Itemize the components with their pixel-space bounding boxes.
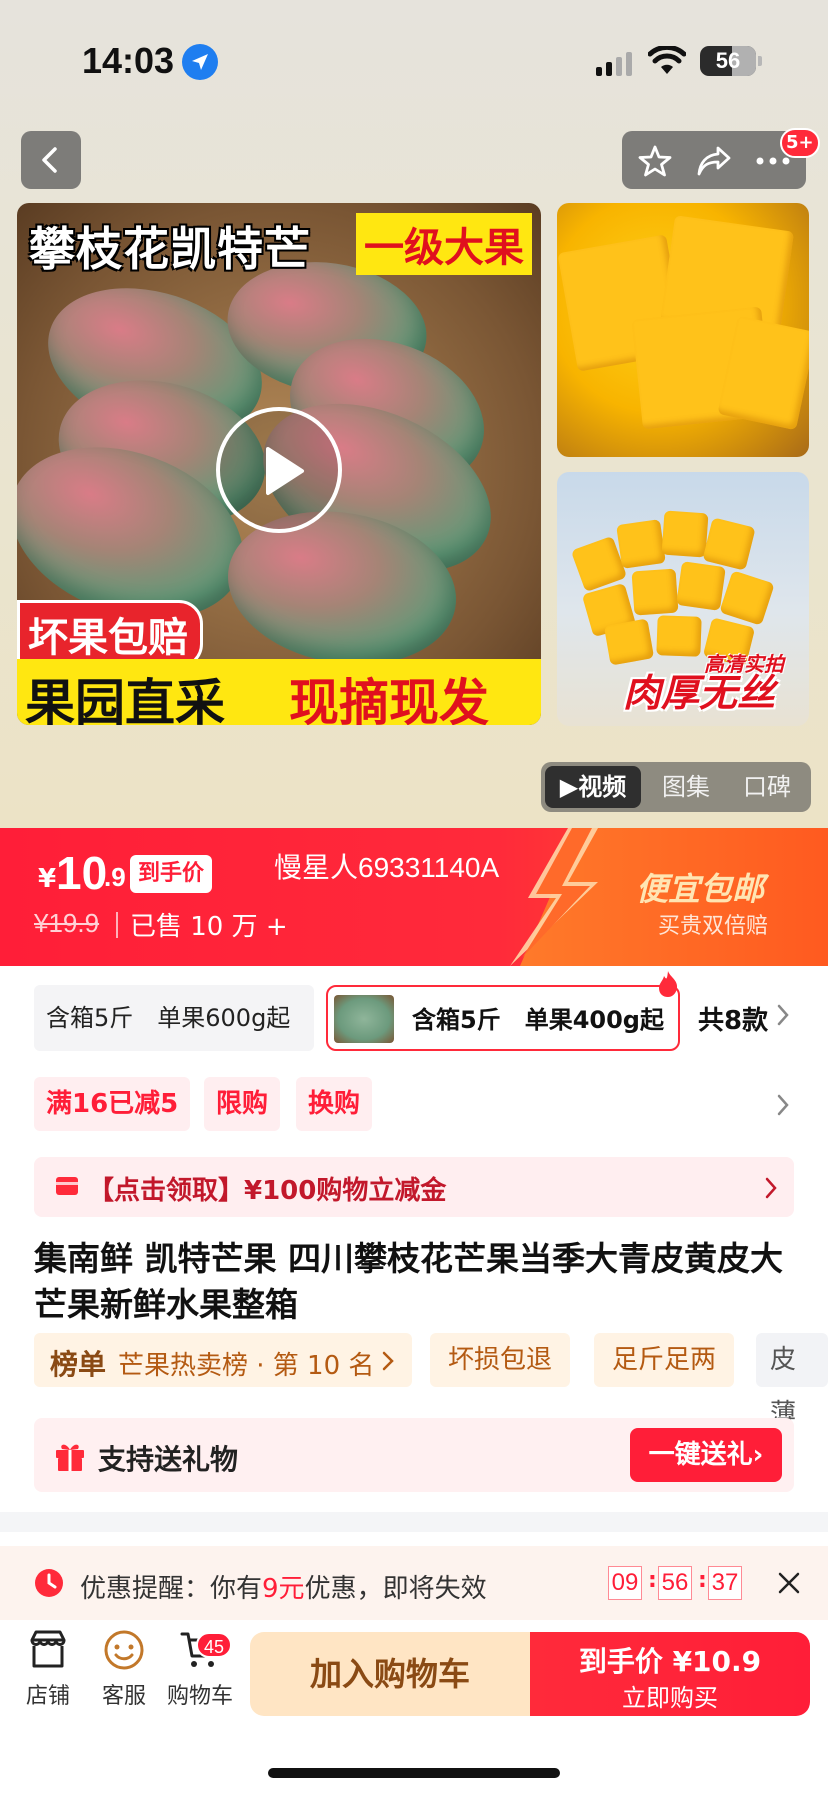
image-bottom-right: 现摘现发	[289, 674, 489, 725]
chevron-right-icon	[382, 1351, 394, 1371]
send-gift-label: 一键送礼	[648, 1440, 753, 1470]
service-icon	[104, 1630, 144, 1670]
price-banner: ¥ 10 .9 到手价 ¥19.9 已售 10 万 + 慢星人69331140A…	[0, 828, 828, 966]
section-divider	[0, 1512, 828, 1532]
image-grade: 一级大果	[356, 213, 532, 275]
discount-reminder: 优惠提醒：你有9元优惠，即将失效 09 : 56 : 37	[0, 1546, 828, 1620]
gift-icon	[56, 1444, 84, 1471]
rank-chip[interactable]: 榜单 芒果热卖榜 · 第 10 名	[34, 1333, 412, 1387]
tab-reviews[interactable]: 口碑	[727, 766, 807, 808]
add-to-cart-button[interactable]: 加入购物车	[250, 1632, 530, 1716]
countdown-minutes: 56	[658, 1566, 692, 1600]
close-icon[interactable]	[778, 1572, 800, 1594]
spec-option-600g[interactable]: 含箱5斤 单果600g起	[34, 985, 314, 1051]
play-video-button[interactable]	[216, 407, 342, 533]
promo-limit[interactable]: 限购	[204, 1077, 281, 1131]
tab-gallery[interactable]: 图集	[647, 766, 725, 808]
share-icon[interactable]	[696, 144, 732, 178]
promo-main: 便宜包邮	[636, 870, 765, 908]
card-icon	[56, 1177, 78, 1195]
gift-bar: 支持送礼物 一键送礼›	[34, 1418, 794, 1492]
tab-shop[interactable]: 店铺	[12, 1628, 84, 1710]
image-bottom-left: 果园直采	[25, 674, 225, 725]
coupon-text: 【点击领取】¥100购物立减金	[88, 1176, 447, 1206]
image-bottom-banner: 果园直采 现摘现发	[17, 659, 541, 725]
spec-option-400g[interactable]: 含箱5斤 单果400g起	[326, 985, 680, 1051]
final-price-tag: 到手价	[130, 855, 213, 893]
battery-icon: 56	[700, 46, 762, 76]
action-pill	[622, 131, 806, 189]
chevron-right-icon	[765, 1177, 777, 1199]
watermark-code: 慢星人69331140A	[274, 852, 500, 883]
countdown-hours: 09	[608, 1566, 642, 1600]
reminder-text: 优惠提醒：你有9元优惠，即将失效	[80, 1574, 487, 1604]
rank-value: 芒果热卖榜 · 第 10 名	[118, 1351, 375, 1381]
spec-count[interactable]: 共8款	[698, 1000, 768, 1037]
clock-icon	[35, 1569, 63, 1597]
product-title: 集南鲜 凯特芒果 四川攀枝花芒果当季大青皮黄皮大芒果新鲜水果整箱	[34, 1239, 783, 1324]
fire-icon	[659, 971, 678, 997]
gift-text: 支持送礼物	[98, 1443, 239, 1476]
price-symbol: ¥	[38, 864, 57, 894]
home-indicator	[268, 1768, 560, 1778]
buy-now-price: 到手价 ¥10.9	[578, 1645, 762, 1678]
cart-badge: 45	[196, 1632, 233, 1658]
tab-shop-label: 店铺	[25, 1684, 70, 1709]
spec-option-label: 含箱5斤 单果400g起	[412, 1006, 664, 1034]
original-price: ¥19.9	[34, 908, 100, 938]
price-integer: 10	[56, 847, 108, 899]
image-compensate: 坏果包赔	[17, 600, 203, 668]
sold-count: 已售 10 万 +	[130, 912, 288, 942]
back-button[interactable]	[21, 131, 81, 189]
countdown-seconds: 37	[708, 1566, 742, 1600]
rank-label: 榜单	[50, 1348, 107, 1381]
tag-thin-skin[interactable]: 皮薄	[756, 1333, 828, 1429]
promo-sub: 买贵双倍赔	[658, 914, 769, 939]
price-divider	[116, 912, 118, 938]
tab-service-label: 客服	[101, 1684, 146, 1709]
tag-full-weight[interactable]: 足斤足两	[594, 1333, 735, 1387]
chevron-right-icon: ›	[752, 1440, 764, 1470]
spec-thumbnail	[334, 995, 394, 1043]
promo-exchange[interactable]: 换购	[296, 1077, 373, 1131]
signal-icon	[596, 52, 632, 76]
bolt-decoration	[510, 828, 598, 966]
side-caption: 肉厚无丝	[623, 671, 776, 715]
more-badge: 5+	[780, 128, 820, 158]
tab-cart-label: 购物车	[166, 1684, 233, 1709]
chevron-right-icon[interactable]	[776, 1004, 790, 1026]
side-image-hedgehog[interactable]: 高清实拍 肉厚无丝	[557, 472, 809, 726]
reminder-amount: 9元	[262, 1574, 305, 1604]
tab-service[interactable]: 客服	[88, 1628, 160, 1710]
buy-now-label: 立即购买	[622, 1684, 718, 1712]
wifi-icon	[648, 46, 686, 74]
media-tabs: ▶视频 图集 口碑	[541, 762, 811, 812]
play-icon	[266, 447, 304, 495]
buy-now-button[interactable]: 到手价 ¥10.9 立即购买	[530, 1632, 810, 1716]
promo-discount[interactable]: 满16已减5	[34, 1077, 191, 1131]
price-decimal: .9	[104, 862, 126, 892]
tab-video[interactable]: ▶视频	[545, 766, 641, 808]
star-icon[interactable]	[638, 144, 672, 178]
chevron-left-icon	[42, 147, 57, 173]
status-bar: 14:03 56	[0, 0, 828, 120]
more-icon[interactable]	[756, 157, 790, 165]
coupon-bar[interactable]: 【点击领取】¥100购物立减金	[34, 1157, 794, 1217]
image-title: 攀枝花凯特芒	[29, 222, 311, 276]
chevron-right-icon[interactable]	[776, 1094, 790, 1116]
send-gift-button[interactable]: 一键送礼›	[630, 1428, 782, 1482]
shop-icon	[30, 1630, 66, 1668]
location-icon	[182, 44, 218, 80]
side-image-cubes[interactable]	[557, 203, 809, 457]
tag-damage-refund[interactable]: 坏损包退	[430, 1333, 571, 1387]
status-time: 14:03	[82, 40, 175, 81]
